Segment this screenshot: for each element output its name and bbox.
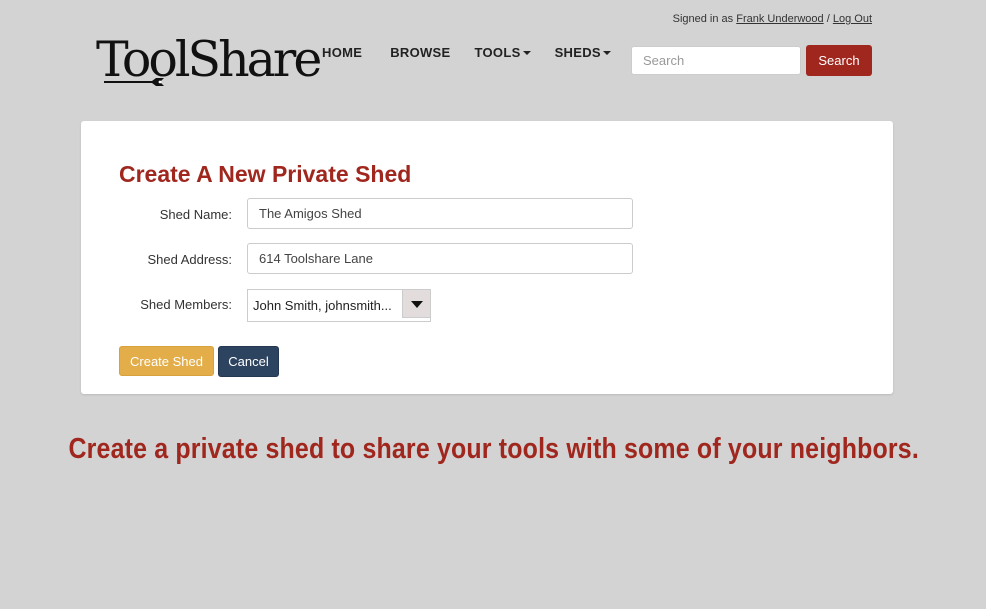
cancel-button[interactable]: Cancel bbox=[218, 346, 279, 377]
nav-browse[interactable]: BROWSE bbox=[390, 45, 450, 60]
nav-sheds-dropdown[interactable]: SHEDS bbox=[555, 45, 611, 60]
nav-browse-label: BROWSE bbox=[390, 45, 451, 60]
shed-address-label: Shed Address: bbox=[147, 252, 232, 267]
shed-members-select[interactable]: John Smith, johnsmith... bbox=[247, 289, 431, 322]
shed-name-input[interactable] bbox=[247, 198, 633, 229]
signin-separator: / bbox=[826, 13, 830, 25]
create-shed-button[interactable]: Create Shed bbox=[119, 346, 214, 376]
signed-in-prefix: Signed in as bbox=[672, 13, 734, 25]
page-title: Create A New Private Shed bbox=[119, 161, 412, 187]
user-profile-link[interactable]: Frank Underwood bbox=[736, 13, 823, 25]
search-button[interactable]: Search bbox=[806, 45, 872, 76]
nav-tools-label: TOOLS bbox=[474, 45, 521, 60]
toolshare-logo[interactable]: ToolShare bbox=[96, 30, 322, 96]
caret-down-icon bbox=[522, 51, 531, 55]
caret-down-icon bbox=[602, 51, 611, 55]
tagline: Create a private shed to share your tool… bbox=[68, 433, 919, 465]
shed-members-label: Shed Members: bbox=[140, 297, 232, 312]
shed-address-input[interactable] bbox=[247, 243, 633, 274]
shed-name-label: Shed Name: bbox=[159, 207, 232, 222]
wrench-icon bbox=[104, 78, 164, 86]
shed-members-value: John Smith, johnsmith... bbox=[253, 298, 392, 313]
signin-bar: Signed in as Frank Underwood / Log Out bbox=[673, 13, 872, 25]
triangle-down-icon[interactable] bbox=[402, 290, 430, 318]
nav-tools-dropdown[interactable]: TOOLS bbox=[475, 45, 531, 60]
search-input[interactable] bbox=[631, 46, 801, 75]
logout-link[interactable]: Log Out bbox=[833, 13, 872, 25]
create-shed-card: Create A New Private Shed Shed Name: She… bbox=[81, 121, 893, 394]
nav-home[interactable]: HOME bbox=[322, 45, 362, 60]
nav-sheds-label: SHEDS bbox=[554, 45, 601, 60]
main-nav: HOME BROWSE TOOLS SHEDS bbox=[322, 45, 611, 60]
nav-home-label: HOME bbox=[322, 45, 363, 60]
